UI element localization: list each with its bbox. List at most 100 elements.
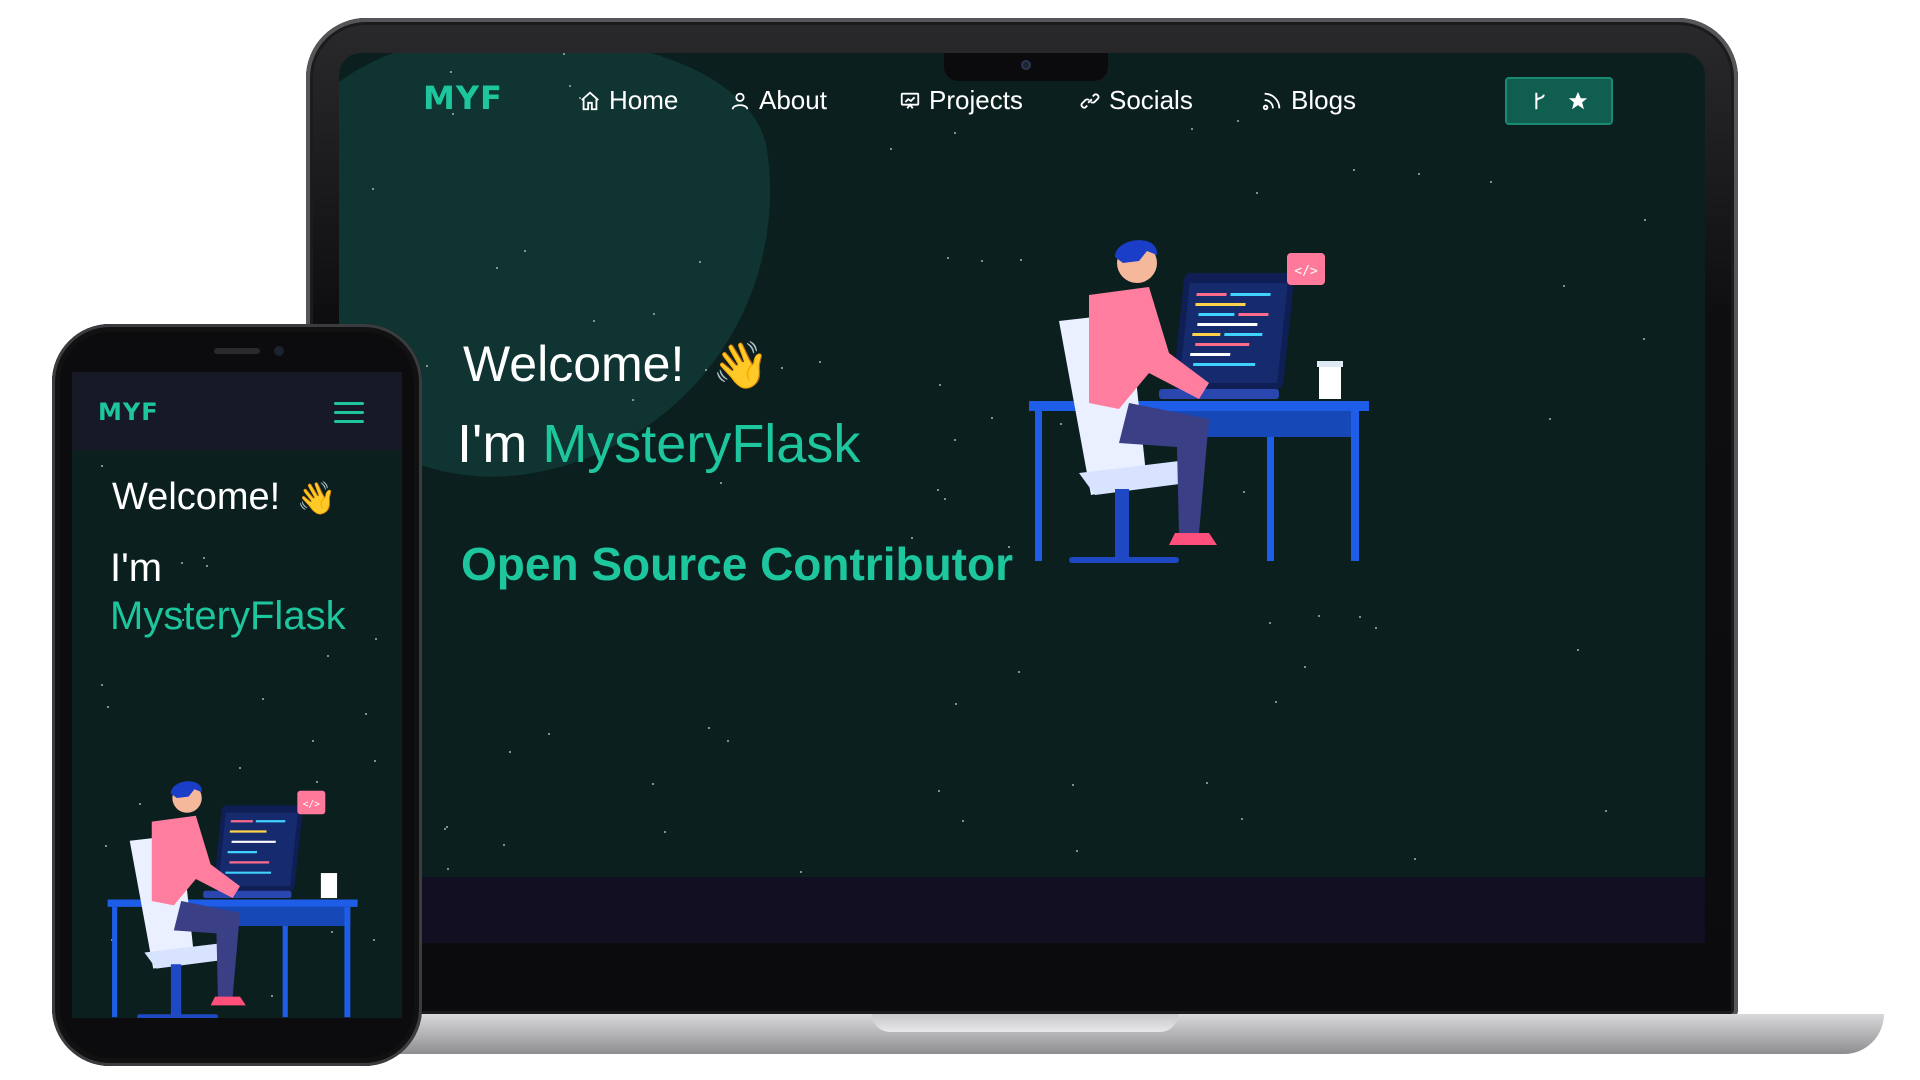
star [962, 820, 964, 822]
phone-camera [274, 346, 284, 356]
star [447, 868, 449, 870]
star [1563, 285, 1565, 287]
link-icon [1080, 92, 1100, 109]
star [1605, 810, 1607, 812]
star [444, 828, 446, 830]
star [375, 638, 377, 640]
star-icon [1568, 91, 1588, 110]
star [1018, 671, 1020, 673]
hero-intro: I'm MysteryFlask [457, 413, 860, 475]
star [890, 148, 892, 150]
phone-waving-hand-icon: 👋 [296, 480, 337, 516]
star [699, 261, 701, 263]
star [1353, 169, 1355, 171]
star [101, 465, 103, 467]
star [203, 557, 205, 559]
nav-blogs[interactable]: Blogs [1261, 85, 1356, 116]
laptop-camera [1021, 60, 1031, 70]
star [1490, 181, 1492, 183]
nav-socials-label: Socials [1109, 85, 1193, 115]
star [524, 250, 526, 252]
nav-projects[interactable]: Projects [899, 85, 1023, 116]
star [632, 399, 634, 401]
welcome-text: Welcome! [463, 336, 685, 392]
star [727, 740, 729, 742]
star [1359, 616, 1361, 618]
star [664, 831, 666, 833]
star [1304, 666, 1306, 668]
hero-role-typewriter: Open Source Contributor [461, 538, 1013, 590]
desk-leg-right [1351, 411, 1359, 561]
svg-text:</>: </> [303, 799, 320, 810]
star [503, 844, 505, 846]
nav-home[interactable]: Home [579, 85, 678, 116]
star [107, 706, 109, 708]
star [1549, 418, 1551, 420]
star [1375, 627, 1377, 629]
star [947, 257, 949, 259]
waving-hand-icon: 👋 [712, 339, 770, 391]
star [1256, 192, 1258, 194]
nav-about-label: About [759, 85, 827, 115]
developer-illustration: </> [1029, 240, 1369, 563]
star [1072, 784, 1074, 786]
nav-about[interactable]: About [729, 85, 827, 116]
phone-screen: MYF Welcome! 👋 I'm MysteryFlask </> [72, 372, 402, 1018]
phone-welcome-text: Welcome! [112, 476, 281, 518]
star [819, 361, 821, 363]
star [327, 655, 329, 657]
code-badge: </> [1287, 253, 1325, 285]
star [944, 498, 946, 500]
star [548, 733, 550, 735]
star [446, 826, 448, 828]
star [239, 767, 241, 769]
nav-socials[interactable]: Socials [1079, 85, 1193, 116]
phone-hero-im: I'm [110, 546, 163, 590]
github-fork-star-button[interactable] [1505, 77, 1613, 125]
user-icon [731, 92, 749, 110]
star [496, 267, 498, 269]
star [652, 783, 654, 785]
phone-hero-welcome: Welcome! 👋 [112, 476, 337, 519]
star [1644, 219, 1646, 221]
star [653, 313, 655, 315]
star [1318, 615, 1320, 617]
star [708, 727, 710, 729]
star [593, 320, 595, 322]
coffee-cup-icon [1317, 361, 1343, 399]
star [991, 417, 993, 419]
star [1643, 338, 1645, 340]
star [372, 188, 374, 190]
star [939, 384, 941, 386]
star [374, 760, 376, 762]
star [1076, 850, 1078, 852]
star [365, 713, 367, 715]
star [720, 482, 722, 484]
star [800, 871, 802, 873]
svg-text:</>: </> [1294, 264, 1318, 279]
star [312, 740, 314, 742]
phone-developer-illustration: </> [107, 781, 358, 1018]
star [101, 684, 103, 686]
desk-leg-mid [1267, 437, 1274, 561]
star [1414, 858, 1416, 860]
laptop-screen: MYF Home About Projects Socials Blogs We… [339, 53, 1705, 943]
hamburger-menu-icon[interactable] [334, 402, 364, 424]
hero-im-prefix: I'm [457, 414, 528, 474]
star [1269, 622, 1271, 624]
laptop-hinge [872, 1014, 1178, 1032]
desk-leg-left [1035, 411, 1042, 561]
phone-site-logo[interactable]: MYF [98, 398, 159, 426]
phone-hero-name: MysteryFlask [110, 594, 346, 638]
star [509, 751, 511, 753]
star [262, 698, 264, 700]
footer-strip [339, 877, 1705, 943]
nav-home-label: Home [609, 85, 679, 115]
star [1577, 649, 1579, 651]
site-logo[interactable]: MYF [423, 79, 503, 117]
nav-projects-label: Projects [929, 85, 1023, 115]
nav-blogs-label: Blogs [1291, 85, 1357, 115]
home-icon [581, 91, 599, 110]
laptop-notch [944, 53, 1108, 81]
star [781, 367, 783, 369]
